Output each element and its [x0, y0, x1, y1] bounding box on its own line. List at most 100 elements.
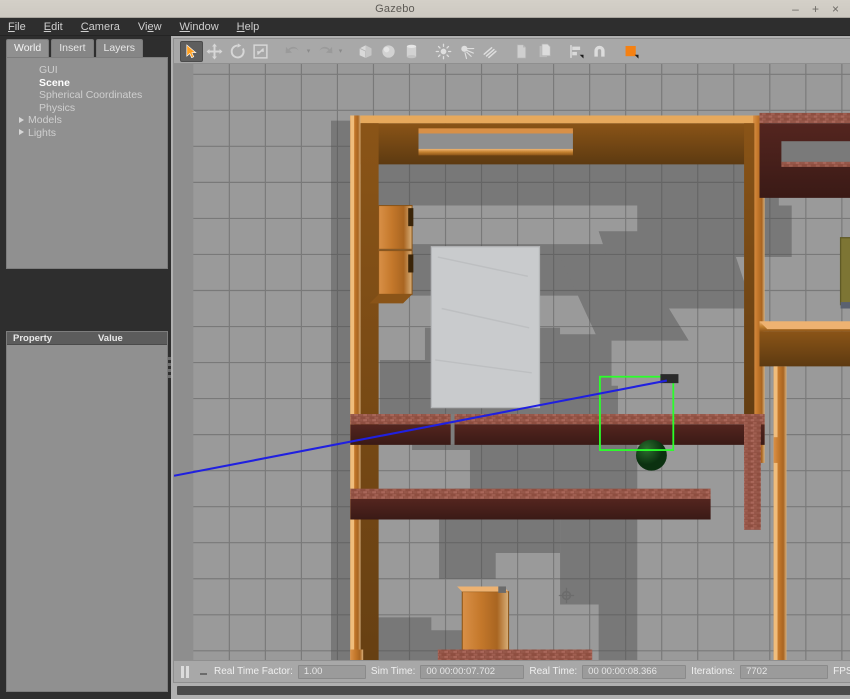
cabinet-handle-1 [408, 208, 413, 226]
menu-help-rest: elp [245, 21, 260, 33]
box-icon [357, 43, 374, 60]
tree-item-label: Scene [28, 77, 70, 89]
iterations-label: Iterations: [691, 666, 735, 677]
insert-point-light-button[interactable] [432, 41, 455, 62]
render-side: ▾ ▾ [171, 36, 850, 699]
scale-mode-button[interactable] [249, 41, 272, 62]
menu-edit-rest: dit [51, 21, 63, 33]
undo-button[interactable] [281, 41, 304, 62]
menu-item-view[interactable]: View [138, 21, 162, 33]
brick-window-sill-1 [781, 162, 850, 167]
undo-dropdown-arrow[interactable]: ▾ [304, 41, 313, 62]
rotate-mode-button[interactable] [226, 41, 249, 62]
tab-layers[interactable]: Layers [96, 39, 144, 57]
insert-spot-light-button[interactable] [455, 41, 478, 62]
tree-item-label: Models [28, 114, 62, 126]
menu-item-edit[interactable]: Edit [44, 21, 63, 33]
property-table-header: Property Value [7, 332, 167, 345]
directional-light-icon [481, 43, 498, 60]
insert-box-button[interactable] [354, 41, 377, 62]
spot-light-icon [458, 43, 475, 60]
menu-camera-mnemonic: C [81, 21, 89, 33]
brick-pillar-vertical [744, 414, 761, 530]
real-time-label: Real Time: [529, 666, 577, 677]
select-mode-button[interactable] [180, 41, 203, 62]
menu-item-file[interactable]: File [8, 21, 26, 33]
tree-item-scene[interactable]: Scene [7, 77, 167, 90]
align-icon [568, 43, 585, 60]
property-table[interactable]: Property Value [6, 331, 168, 692]
redo-dropdown-arrow[interactable]: ▾ [336, 41, 345, 62]
fps-label: FPS: [833, 666, 850, 677]
minimize-button[interactable]: – [790, 3, 801, 15]
scrollbar-track[interactable] [177, 686, 850, 695]
tab-world[interactable]: World [6, 39, 49, 57]
copy-button[interactable] [510, 41, 533, 62]
real-time-factor-label: Real Time Factor: [214, 666, 293, 677]
menu-item-help[interactable]: Help [237, 21, 260, 33]
column-header-property: Property [7, 333, 92, 344]
paste-icon [536, 43, 553, 60]
expand-arrow-icon [17, 91, 26, 100]
step-button[interactable] [197, 665, 209, 679]
expand-arrow-icon [17, 103, 26, 112]
scale-icon [252, 43, 269, 60]
menu-item-window[interactable]: Window [180, 21, 219, 33]
menu-camera-rest: amera [89, 21, 120, 33]
pause-button[interactable] [178, 665, 192, 679]
magnet-snap-icon [591, 43, 608, 60]
window-title: Gazebo [0, 3, 790, 15]
tree-item-spherical-coordinates[interactable]: Spherical Coordinates [7, 89, 167, 102]
insert-sphere-button[interactable] [377, 41, 400, 62]
menu-edit-mnemonic: E [44, 21, 51, 33]
tree-item-label: Physics [28, 102, 75, 114]
paste-button[interactable] [533, 41, 556, 62]
bed-object[interactable] [841, 238, 850, 305]
orange-cube-icon [623, 43, 640, 60]
cabinet-handle-2 [408, 254, 413, 272]
redo-button[interactable] [313, 41, 336, 62]
real-time-factor-value: 1.00 [298, 665, 366, 679]
brick-ledge-upper [438, 650, 592, 661]
align-button[interactable] [565, 41, 588, 62]
tab-insert[interactable]: Insert [51, 39, 93, 57]
chevron-right-icon[interactable] [17, 116, 26, 125]
cabinet-object-2[interactable] [379, 251, 412, 295]
crate-object[interactable] [462, 592, 508, 654]
move-arrows-icon [206, 43, 223, 60]
sphere-icon [380, 43, 397, 60]
plant-object-1[interactable] [636, 440, 667, 471]
render-view[interactable] [173, 64, 850, 661]
tree-item-lights[interactable]: Lights [7, 127, 167, 140]
menu-item-camera[interactable]: Camera [81, 21, 120, 33]
cabinet-object-1[interactable] [379, 206, 412, 250]
world-tree[interactable]: GUI Scene Spherical Coordinates Physics … [6, 57, 168, 269]
tree-item-label: Spherical Coordinates [28, 89, 142, 101]
insert-cylinder-button[interactable] [400, 41, 423, 62]
chevron-right-icon[interactable] [17, 128, 26, 137]
column-header-value: Value [92, 333, 123, 344]
tree-item-physics[interactable]: Physics [7, 102, 167, 115]
step-forward-icon [200, 673, 207, 675]
snap-button[interactable] [588, 41, 611, 62]
expand-arrow-icon [17, 78, 26, 87]
insert-directional-light-button[interactable] [478, 41, 501, 62]
view-angle-button[interactable] [620, 41, 643, 62]
menu-view-rest: w [154, 21, 162, 33]
gazebo-3d-scene[interactable] [174, 64, 850, 661]
wall-corridor-highlight [774, 366, 778, 661]
menu-file-mnemonic: F [8, 21, 15, 33]
tree-item-gui[interactable]: GUI [7, 64, 167, 77]
translate-mode-button[interactable] [203, 41, 226, 62]
menu-file-rest: ile [15, 21, 26, 33]
close-button[interactable]: × [830, 3, 841, 15]
scrollbar-thumb[interactable] [177, 686, 850, 695]
maximize-button[interactable]: + [810, 3, 821, 15]
tree-item-models[interactable]: Models [7, 114, 167, 127]
redo-arrow-icon [316, 42, 334, 60]
left-panel-tabs: World Insert Layers [6, 40, 168, 57]
wall-left-highlight [350, 115, 354, 661]
horizontal-scrollbar[interactable] [173, 683, 850, 697]
wall-left-inner [361, 123, 379, 661]
wall-stub [774, 437, 787, 463]
